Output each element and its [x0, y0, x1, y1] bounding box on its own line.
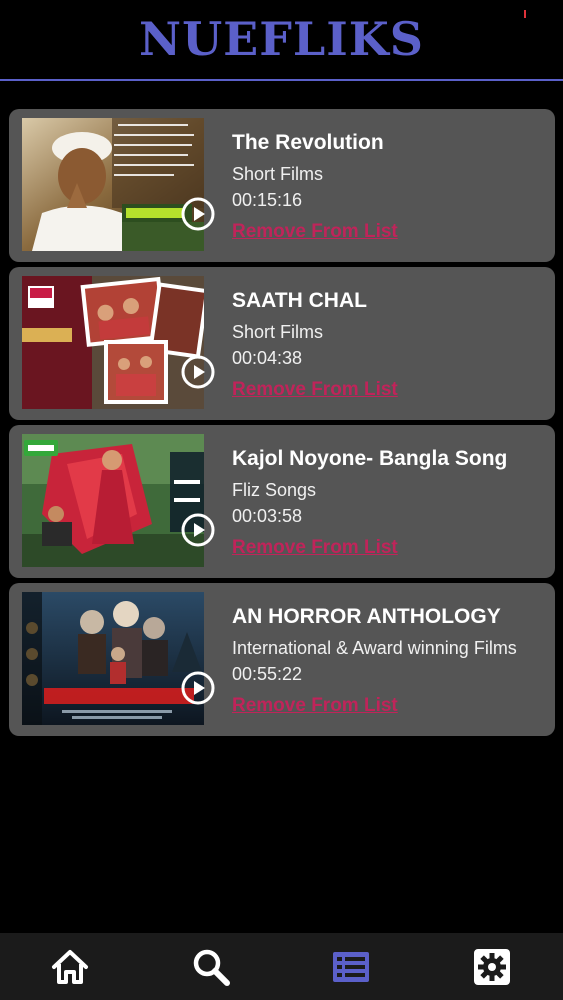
play-icon[interactable] [181, 197, 215, 231]
playlist-list: The Revolution Short Films 00:15:16 Remo… [9, 109, 555, 741]
remove-from-list-link[interactable]: Remove From List [232, 537, 398, 559]
video-thumbnail[interactable] [22, 434, 204, 567]
search-icon[interactable] [191, 947, 231, 987]
list-item[interactable]: AN HORROR ANTHOLOGY International & Awar… [9, 583, 555, 736]
video-duration: 00:04:38 [232, 348, 303, 368]
remove-from-list-link[interactable]: Remove From List [232, 221, 398, 243]
header-divider [0, 79, 563, 81]
list-item[interactable]: The Revolution Short Films 00:15:16 Remo… [9, 109, 555, 262]
video-title[interactable]: SAATH CHAL [232, 289, 542, 313]
home-icon[interactable] [50, 947, 90, 987]
video-duration: 00:15:16 [232, 190, 303, 210]
video-title[interactable]: The Revolution [232, 131, 542, 155]
play-icon[interactable] [181, 513, 215, 547]
video-thumbnail[interactable] [22, 118, 204, 251]
video-title[interactable]: AN HORROR ANTHOLOGY [232, 605, 542, 629]
app-title: NUEFLIKS [139, 12, 424, 66]
video-title[interactable]: Kajol Noyone- Bangla Song [232, 447, 542, 471]
video-thumbnail[interactable] [22, 592, 204, 725]
settings-icon[interactable] [472, 947, 512, 987]
list-item[interactable]: Kajol Noyone- Bangla Song Fliz Songs 00:… [9, 425, 555, 578]
app-header: NUEFLIKS [0, 0, 563, 81]
video-category: Fliz Songs [232, 480, 317, 500]
play-icon[interactable] [181, 671, 215, 705]
remove-from-list-link[interactable]: Remove From List [232, 379, 398, 401]
video-category: Short Films [232, 322, 324, 342]
video-duration: 00:03:58 [232, 506, 303, 526]
status-indicator [524, 10, 526, 18]
video-category: Short Films [232, 164, 324, 184]
video-duration: 00:55:22 [232, 664, 303, 684]
list-item[interactable]: SAATH CHAL Short Films 00:04:38 Remove F… [9, 267, 555, 420]
play-icon[interactable] [181, 355, 215, 389]
video-thumbnail[interactable] [22, 276, 204, 409]
bottom-tab-bar [0, 933, 563, 1000]
remove-from-list-link[interactable]: Remove From List [232, 695, 398, 717]
list-icon[interactable] [331, 947, 371, 987]
video-category: International & Award winning Films [232, 638, 517, 658]
